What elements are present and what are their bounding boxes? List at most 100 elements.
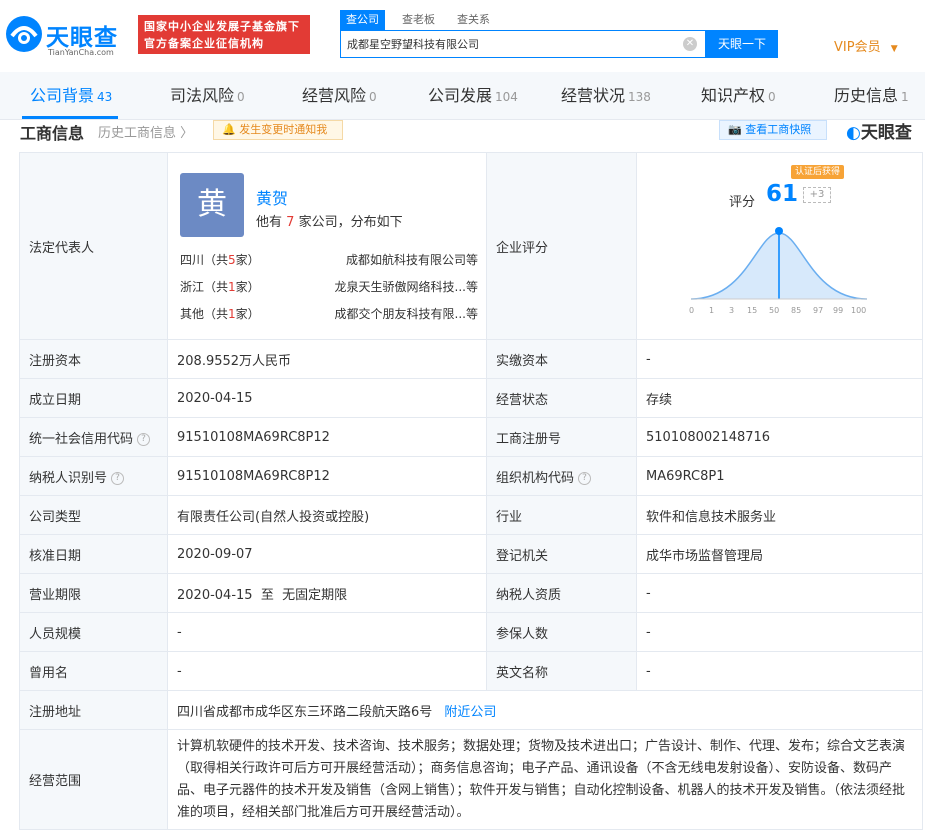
legal-rep-cell: 黄 黄贺 他有 7 家公司，分布如下 四川（共5家） 成都如航科技有限公司等 浙… — [167, 152, 487, 340]
company-name: 龙泉天生骄傲网络科技...等 — [334, 280, 478, 294]
tab-count: 138 — [628, 90, 651, 104]
field-value: 软件和信息技术服务业 — [636, 495, 923, 535]
notify-button[interactable]: 🔔 发生变更时通知我 — [213, 120, 343, 140]
help-icon[interactable]: ? — [578, 471, 592, 485]
tab-company-development[interactable]: 公司发展 104 — [428, 72, 518, 120]
chevron-right-icon: 〉 — [176, 126, 194, 141]
search-input[interactable] — [347, 31, 677, 57]
address-cell: 四川省成都市成华区东三环路二段航天路6号 附近公司 — [167, 690, 923, 730]
field-label: 核准日期 — [19, 534, 168, 574]
region-count: 5 — [228, 253, 236, 267]
logo-subtext: TianYanCha.com — [48, 48, 114, 57]
main-nav: 公司背景 43 司法风险 0 经营风险 0 公司发展 104 经营状况 138 知识产权 0… — [0, 72, 925, 120]
field-label-cell: 统一社会信用代码? — [19, 417, 168, 457]
field-label: 注册资本 — [19, 339, 168, 379]
score-plus[interactable]: +3 — [803, 187, 831, 203]
history-link[interactable]: 历史工商信息 〉 — [98, 122, 193, 141]
field-value: 成华市场监督管理局 — [636, 534, 923, 574]
summary-suffix: 家公司，分布如下 — [298, 215, 403, 230]
clear-icon[interactable]: ✕ — [683, 37, 697, 51]
region-name: 四川 — [180, 253, 205, 267]
region-name: 浙江 — [180, 280, 205, 294]
field-label: 工商注册号 — [486, 417, 637, 457]
help-icon[interactable]: ? — [137, 432, 151, 446]
field-label: 曾用名 — [19, 651, 168, 691]
score-text: 评分 — [729, 195, 756, 210]
axis-tick: 0 — [689, 306, 694, 315]
field-value: - — [636, 612, 923, 652]
notify-label: 发生变更时通知我 — [239, 123, 328, 136]
history-label: 历史工商信息 — [98, 126, 177, 141]
search-button[interactable]: 天眼一下 — [706, 30, 778, 58]
tab-judicial-risk[interactable]: 司法风险 0 — [170, 72, 245, 120]
table-row: 纳税人识别号? 91510108MA69RC8P12 组织机构代码? MA69R… — [19, 456, 923, 496]
table-row: 公司类型 有限责任公司(自然人投资或控股) 行业 软件和信息技术服务业 — [19, 495, 923, 535]
table-row: 人员规模 - 参保人数 - — [19, 612, 923, 652]
tab-label: 经营风险 — [302, 86, 367, 105]
company-name: 成都如航科技有限公司等 — [345, 253, 478, 267]
tab-count: 104 — [495, 90, 518, 104]
tab-history-info[interactable]: 历史信息 1 — [834, 72, 909, 120]
brand-watermark: ◐天眼查 — [846, 118, 912, 143]
tab-search-relation[interactable]: 查关系 — [457, 10, 490, 30]
axis-tick: 15 — [747, 306, 757, 315]
vip-menu[interactable]: VIP会员 ▼ — [834, 36, 898, 55]
table-row: 法定代表人 黄 黄贺 他有 7 家公司，分布如下 四川（共5家） 成都如航科技有… — [19, 152, 923, 340]
region: 浙江（共1家） — [180, 280, 260, 294]
camera-icon: 📷 — [728, 123, 746, 136]
axis-tick: 99 — [833, 306, 843, 315]
tab-search-company[interactable]: 查公司 — [340, 10, 385, 30]
banner-line-1: 国家中小企业发展子基金旗下 — [144, 20, 300, 33]
tab-business-status[interactable]: 经营状况 138 — [561, 72, 651, 120]
tab-search-boss[interactable]: 查老板 — [402, 10, 435, 30]
axis-tick: 100 — [851, 306, 866, 315]
tab-count: 0 — [768, 90, 776, 104]
tab-intellectual-property[interactable]: 知识产权 0 — [701, 72, 776, 120]
logo-text: 天眼查 — [46, 25, 118, 51]
help-icon[interactable]: ? — [111, 471, 125, 485]
region: 其他（共1家） — [180, 307, 260, 321]
score-label: 企业评分 — [486, 152, 637, 340]
field-label: 组织机构代码 — [496, 470, 575, 486]
field-value: 有限责任公司(自然人投资或控股) — [167, 495, 487, 535]
snapshot-label: 查看工商快照 — [745, 123, 812, 136]
top-header: 天眼查 TianYanCha.com 国家中小企业发展子基金旗下 官方备案企业征… — [0, 0, 925, 72]
summary-prefix: 他有 — [256, 215, 283, 230]
field-value: - — [636, 573, 923, 613]
score-marker-dot — [775, 227, 783, 235]
field-value: - — [636, 651, 923, 691]
tab-company-background[interactable]: 公司背景 43 — [30, 72, 112, 120]
snapshot-button[interactable]: 📷 查看工商快照 — [719, 120, 827, 140]
promo-banner[interactable]: 国家中小企业发展子基金旗下 官方备案企业征信机构 — [138, 15, 310, 54]
nearby-companies-link[interactable]: 附近公司 — [444, 705, 496, 720]
region: 四川（共5家） — [180, 253, 260, 267]
field-value: 91510108MA69RC8P12 — [167, 417, 487, 457]
score-value: 61 — [766, 181, 799, 207]
field-label: 营业期限 — [19, 573, 168, 613]
field-label-cell: 纳税人识别号? — [19, 456, 168, 496]
vip-label: VIP会员 — [834, 40, 881, 55]
table-row: 核准日期 2020-09-07 登记机关 成华市场监督管理局 — [19, 534, 923, 574]
legal-rep-name[interactable]: 黄贺 — [256, 185, 288, 209]
field-label: 行业 — [486, 495, 637, 535]
table-row: 统一社会信用代码? 91510108MA69RC8P12 工商注册号 51010… — [19, 417, 923, 457]
caret-down-icon: ▼ — [890, 44, 898, 54]
field-value: MA69RC8P1 — [636, 456, 923, 496]
field-label: 英文名称 — [486, 651, 637, 691]
field-label: 注册地址 — [19, 690, 168, 730]
legal-rep-summary: 他有 7 家公司，分布如下 — [256, 211, 403, 230]
avatar[interactable]: 黄 — [180, 173, 244, 237]
field-label: 统一社会信用代码 — [29, 431, 134, 447]
field-value: 91510108MA69RC8P12 — [167, 456, 487, 496]
company-name: 成都交个朋友科技有限...等 — [334, 307, 478, 321]
logo[interactable]: 天眼查 TianYanCha.com — [4, 12, 130, 57]
field-label: 人员规模 — [19, 612, 168, 652]
field-label: 公司类型 — [19, 495, 168, 535]
tab-business-risk[interactable]: 经营风险 0 — [302, 72, 377, 120]
field-label-cell: 组织机构代码? — [486, 456, 637, 496]
table-row: 成立日期 2020-04-15 经营状态 存续 — [19, 378, 923, 418]
section-title: 工商信息 — [20, 124, 85, 143]
field-value: - — [636, 339, 923, 379]
business-info-table: 法定代表人 黄 黄贺 他有 7 家公司，分布如下 四川（共5家） 成都如航科技有… — [19, 152, 923, 830]
banner-line-2: 官方备案企业征信机构 — [144, 37, 264, 50]
